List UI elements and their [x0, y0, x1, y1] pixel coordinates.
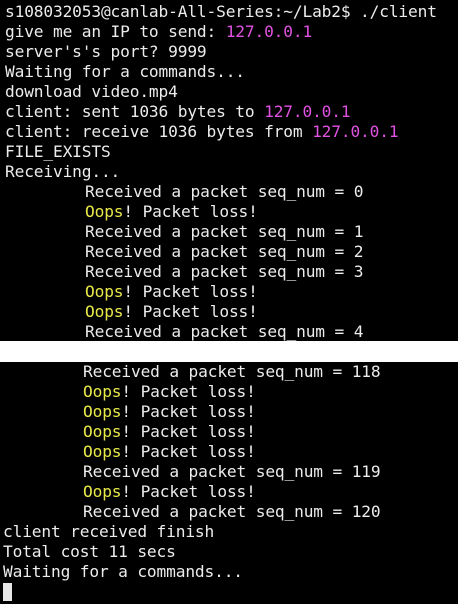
- packet-received-line: Received a packet seq_num = 119: [0, 462, 458, 482]
- loss-text: ! Packet loss!: [121, 482, 256, 501]
- packet-prefix: Received a packet seq_num =: [85, 242, 354, 261]
- packet-received-line: Received a packet seq_num = 3: [0, 262, 458, 282]
- packet-loss-line: Oops! Packet loss!: [0, 402, 458, 422]
- packet-loss-line: Oops! Packet loss!: [0, 282, 458, 302]
- oops-word: Oops: [83, 382, 122, 401]
- terminal-line-input[interactable]: [0, 582, 458, 602]
- seq-number: 118: [351, 362, 381, 381]
- packet-prefix: Received a packet seq_num =: [83, 502, 352, 521]
- finish-line: client received finish: [3, 522, 215, 541]
- packet-received-line: Received a packet seq_num = 0: [0, 182, 458, 202]
- terminal-line-receive: client: receive 1036 bytes from 127.0.0.…: [0, 122, 458, 142]
- terminal-line-finish: client received finish: [0, 522, 458, 542]
- terminal-line-waiting: Waiting for a commands...: [0, 562, 458, 582]
- seq-number: 0: [353, 182, 364, 201]
- terminal-line-prompt: s108032053@canlab-All-Series:~/Lab2$ ./c…: [0, 2, 458, 22]
- terminal-line-cost: Total cost 11 secs: [0, 542, 458, 562]
- port-line: server's's port? 9999: [5, 42, 207, 61]
- packet-received-line: Received a packet seq_num = 2: [0, 242, 458, 262]
- loss-text: ! Packet loss!: [123, 202, 258, 221]
- packet-loss-line: Oops! Packet loss!: [0, 442, 458, 462]
- terminal-output-bottom[interactable]: Received a packet seq_num = 118 Oops! Pa…: [0, 362, 458, 604]
- ip-value: 127.0.0.1: [225, 22, 313, 41]
- loss-text: ! Packet loss!: [121, 382, 256, 401]
- packet-prefix: Received a packet seq_num =: [85, 182, 354, 201]
- packet-received-line: Received a packet seq_num = 1: [0, 222, 458, 242]
- ip-prompt-label: give me an IP to send:: [5, 22, 226, 41]
- receiving: Receiving...: [5, 162, 121, 181]
- screenshot-separator: [0, 341, 458, 362]
- terminal-line-receiving: Receiving...: [0, 162, 458, 182]
- terminal-line-file-exists: FILE_EXISTS: [0, 142, 458, 162]
- seq-number: 119: [351, 462, 381, 481]
- packet-received-line: Received a packet seq_num = 4: [0, 322, 458, 341]
- loss-text: ! Packet loss!: [121, 422, 256, 441]
- loss-text: ! Packet loss!: [123, 302, 258, 321]
- packet-loss-line: Oops! Packet loss!: [0, 422, 458, 442]
- sent-ip: 127.0.0.1: [264, 102, 351, 121]
- packet-prefix: Received a packet seq_num =: [83, 462, 352, 481]
- terminal-line-port: server's's port? 9999: [0, 42, 458, 62]
- loss-text: ! Packet loss!: [123, 282, 258, 301]
- text-cursor: [3, 583, 12, 601]
- packet-loss-line: Oops! Packet loss!: [0, 302, 458, 322]
- packet-received-line: Received a packet seq_num = 120: [0, 502, 458, 522]
- terminal-line-ip-prompt: give me an IP to send: 127.0.0.1: [0, 22, 458, 42]
- oops-word: Oops: [83, 402, 122, 421]
- oops-word: Oops: [83, 422, 122, 441]
- oops-word: Oops: [85, 302, 124, 321]
- packet-loss-line: Oops! Packet loss!: [0, 202, 458, 222]
- packet-loss-line: Oops! Packet loss!: [0, 482, 458, 502]
- receive-ip: 127.0.0.1: [312, 122, 399, 141]
- sent-label: client: sent 1036 bytes to: [5, 102, 265, 121]
- loss-text: ! Packet loss!: [121, 442, 256, 461]
- terminal-line-sent: client: sent 1036 bytes to 127.0.0.1: [0, 102, 458, 122]
- loss-text: ! Packet loss!: [121, 402, 256, 421]
- waiting-line: Waiting for a commands...: [5, 62, 245, 81]
- oops-word: Oops: [85, 202, 124, 221]
- oops-word: Oops: [83, 442, 122, 461]
- seq-number: 120: [351, 502, 381, 521]
- terminal-line-command: download video.mp4: [0, 82, 458, 102]
- prompt-command: s108032053@canlab-All-Series:~/Lab2$ ./c…: [5, 2, 437, 21]
- cost-line: Total cost 11 secs: [3, 542, 176, 561]
- command-line: download video.mp4: [5, 82, 178, 101]
- terminal-line-waiting: Waiting for a commands...: [0, 62, 458, 82]
- receive-label: client: receive 1036 bytes from: [5, 122, 313, 141]
- seq-number: 1: [353, 222, 364, 241]
- seq-number: 4: [353, 322, 364, 341]
- packet-prefix: Received a packet seq_num =: [85, 322, 354, 341]
- oops-word: Oops: [85, 282, 124, 301]
- file-exists: FILE_EXISTS: [5, 142, 111, 161]
- seq-number: 3: [353, 262, 364, 281]
- waiting-line: Waiting for a commands...: [3, 562, 243, 581]
- oops-word: Oops: [83, 482, 122, 501]
- terminal-output-top[interactable]: s108032053@canlab-All-Series:~/Lab2$ ./c…: [0, 0, 458, 341]
- packet-prefix: Received a packet seq_num =: [83, 362, 352, 381]
- packet-received-line: Received a packet seq_num = 118: [0, 362, 458, 382]
- seq-number: 2: [353, 242, 364, 261]
- packet-prefix: Received a packet seq_num =: [85, 262, 354, 281]
- packet-loss-line: Oops! Packet loss!: [0, 382, 458, 402]
- packet-prefix: Received a packet seq_num =: [85, 222, 354, 241]
